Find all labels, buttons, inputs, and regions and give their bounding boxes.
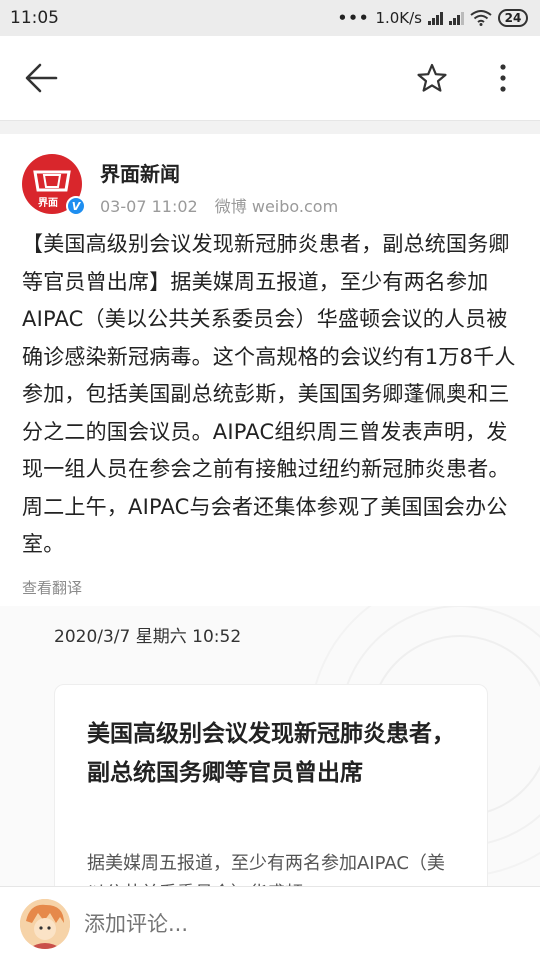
- network-speed: 1.0K/s: [375, 9, 422, 27]
- post-source: 微博 weibo.com: [214, 197, 339, 216]
- author-avatar[interactable]: 界面 V: [22, 154, 86, 216]
- card-date: 2020/3/7 星期六 10:52: [54, 627, 242, 647]
- author-name[interactable]: 界面新闻: [100, 158, 180, 187]
- signal-icon: [428, 11, 443, 25]
- wifi-icon: [470, 10, 492, 26]
- section-divider: [0, 120, 540, 134]
- dots-icon: •••: [337, 9, 370, 27]
- avatar-label: 界面: [38, 198, 58, 209]
- article-card[interactable]: 美国高级别会议发现新冠肺炎患者，副总统国务卿等官员曾出席 据美媒周五报道，至少有…: [54, 684, 488, 886]
- back-button[interactable]: [20, 58, 64, 98]
- card-title: 美国高级别会议发现新冠肺炎患者，副总统国务卿等官员曾出席: [87, 721, 455, 786]
- user-avatar[interactable]: [20, 899, 70, 949]
- status-indicators: ••• 1.0K/s 24: [338, 9, 528, 27]
- status-bar: 11:05 ••• 1.0K/s 24: [0, 0, 540, 36]
- favorite-button[interactable]: [412, 58, 452, 98]
- card-excerpt: 据美媒周五报道，至少有两名参加AIPAC（美以公共关系委员会）华盛顿: [87, 853, 445, 886]
- signal-secondary-icon: [449, 11, 464, 25]
- more-vertical-icon: [500, 64, 506, 92]
- comment-input[interactable]: [84, 907, 504, 941]
- comment-bar: [0, 886, 540, 960]
- post-body-text: 【美国高级别会议发现新冠肺炎患者，副总统国务卿等官员曾出席】据美媒周五报道，至少…: [22, 232, 516, 556]
- translate-link[interactable]: 查看翻译: [22, 577, 82, 598]
- verified-badge-icon: V: [66, 196, 86, 216]
- more-options-button[interactable]: [488, 58, 518, 98]
- back-arrow-icon: [25, 63, 58, 93]
- battery-indicator: 24: [498, 9, 528, 27]
- star-icon: [417, 63, 447, 92]
- top-toolbar: [0, 36, 540, 120]
- post-meta: 03-07 11:02 微博 weibo.com: [100, 193, 350, 217]
- post-time: 03-07 11:02: [100, 197, 198, 216]
- article-preview[interactable]: 2020/3/7 星期六 10:52 美国高级别会议发现新冠肺炎患者，副总统国务…: [0, 606, 540, 886]
- user-avatar-icon: [20, 899, 70, 949]
- status-time: 11:05: [10, 8, 59, 28]
